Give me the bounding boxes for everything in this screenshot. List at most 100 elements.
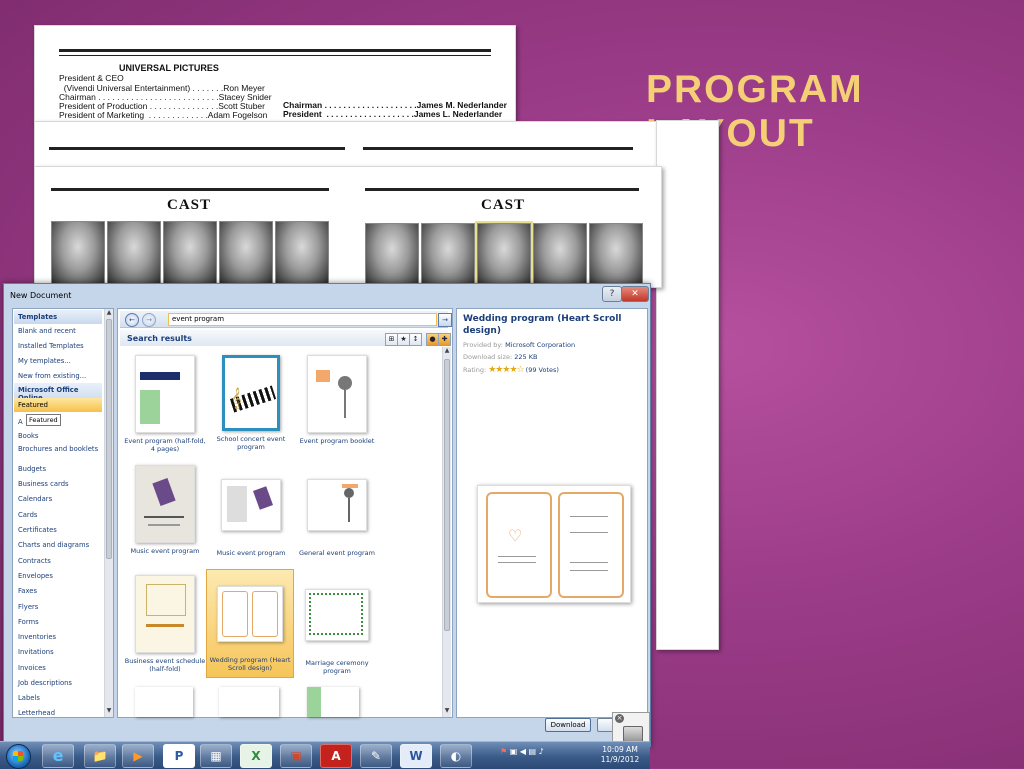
cast-photo (275, 221, 329, 285)
search-input[interactable]: event program (168, 313, 437, 326)
category-item[interactable]: Books (18, 432, 108, 440)
category-item[interactable]: Budgets (18, 465, 108, 473)
template-thumbnail[interactable] (307, 687, 359, 717)
category-item[interactable]: Invitations (18, 648, 108, 656)
template-caption: Event program (half-fold, 4 pages) (124, 437, 206, 453)
scrollbar-thumb[interactable] (444, 359, 450, 631)
forward-arrow-icon[interactable]: → (142, 313, 156, 327)
category-item[interactable]: Job descriptions (18, 679, 108, 687)
download-button[interactable]: Download (545, 718, 591, 732)
results-title: Search results (127, 334, 192, 343)
scroll-up-arrow-icon[interactable]: ▲ (443, 347, 451, 355)
category-item[interactable]: Envelopes (18, 572, 108, 580)
system-tray[interactable]: ⚑ ▣ ◀ ▤ ♪ (500, 747, 544, 756)
template-thumbnail (135, 355, 195, 433)
category-item[interactable]: My templates... (18, 357, 108, 365)
results-pane[interactable]: ← → event program → Search results ⊞ ★ ↕… (117, 308, 453, 718)
category-item[interactable]: Certificates (18, 526, 108, 534)
template-caption: Business event schedule (half-fold) (124, 657, 206, 673)
tray-network-icon[interactable]: ▣ (510, 747, 518, 756)
category-item[interactable]: Invoices (18, 664, 108, 672)
scroll-down-arrow-icon[interactable]: ▼ (105, 707, 113, 715)
clock-date: 11/9/2012 (600, 755, 640, 764)
tray-flag-icon[interactable]: ⚑ (500, 747, 507, 756)
scroll-up-arrow-icon[interactable]: ▲ (105, 309, 113, 317)
template-item[interactable]: Event program booklet (294, 355, 380, 445)
search-go-button[interactable]: → (438, 313, 452, 327)
program-page-middle (34, 121, 660, 167)
taskbar-app-acrobat-icon[interactable]: A (320, 744, 352, 768)
category-list[interactable]: Templates Blank and recent Installed Tem… (12, 308, 114, 718)
category-item[interactable]: Blank and recent (18, 327, 108, 335)
taskbar-app-ie-icon[interactable]: e (42, 744, 74, 768)
cast-photo (475, 221, 533, 289)
template-item[interactable]: Music event program (122, 465, 208, 555)
cast-photo (365, 223, 419, 287)
template-item[interactable]: Marriage ceremony program (294, 575, 380, 675)
tray-display-icon[interactable]: ▤ (529, 747, 537, 756)
taskbar-app-powerpoint-icon[interactable]: ▣ (280, 744, 312, 768)
category-item[interactable]: Cards (18, 511, 108, 519)
taskbar-app-utility-icon[interactable]: ◐ (440, 744, 472, 768)
scrollbar-thumb[interactable] (106, 319, 112, 559)
tray-volume-icon[interactable]: ◀ (520, 747, 526, 756)
template-detail-pane: Wedding program (Heart Scroll design) Pr… (456, 308, 648, 718)
back-arrow-icon[interactable]: ← (125, 313, 139, 327)
category-item[interactable]: Forms (18, 618, 108, 626)
category-item[interactable]: New from existing... (18, 372, 108, 380)
template-item[interactable]: 𝄞 School concert event program (208, 355, 294, 451)
category-item[interactable]: Inventories (18, 633, 108, 641)
user-settings-icon[interactable]: ✚ (438, 333, 451, 346)
program-page-top: UNIVERSAL PICTURES President & CEO (Vive… (34, 25, 516, 127)
template-item[interactable]: Music event program (208, 465, 294, 557)
category-item[interactable]: Brochures and booklets (18, 445, 108, 453)
cast-photo (107, 221, 161, 285)
category-item[interactable]: Contracts (18, 557, 108, 565)
sort-icon[interactable]: ↕ (409, 333, 422, 346)
studio-name: UNIVERSAL PICTURES (119, 63, 219, 73)
taskbar-app-calculator-icon[interactable]: ▦ (200, 744, 232, 768)
clock[interactable]: 10:09 AM 11/9/2012 (598, 745, 642, 765)
category-item-featured[interactable]: Featured (14, 398, 102, 412)
close-icon[interactable]: × (615, 714, 624, 723)
category-item[interactable]: Business cards (18, 480, 108, 488)
category-item[interactable]: Letterhead (18, 709, 108, 717)
results-scrollbar[interactable]: ▲ ▼ (442, 347, 451, 717)
template-thumbnail[interactable] (219, 687, 279, 717)
search-bar: ← → event program → (120, 311, 452, 328)
size-row: Download size: 225 KB (463, 353, 537, 361)
close-button[interactable]: ✕ (621, 286, 649, 302)
clock-time: 10:09 AM (602, 745, 638, 754)
cast-photo (51, 221, 105, 285)
program-page-side (656, 120, 719, 650)
taskbar-app-media-player-icon[interactable]: ▶ (122, 744, 154, 768)
template-item[interactable]: Business event schedule (half-fold) (122, 575, 208, 673)
category-item[interactable]: Charts and diagrams (18, 541, 108, 549)
template-item-selected[interactable]: Wedding program (Heart Scroll design) (206, 569, 294, 678)
taskbar-app-word-icon[interactable]: W (400, 744, 432, 768)
category-item[interactable]: Labels (18, 694, 108, 702)
provider-value: Microsoft Corporation (505, 341, 576, 349)
category-item[interactable]: Faxes (18, 587, 108, 595)
category-item[interactable]: Calendars (18, 495, 108, 503)
taskbar-app-excel-icon[interactable]: X (240, 744, 272, 768)
template-item[interactable]: Event program (half-fold, 4 pages) (122, 355, 208, 453)
new-document-dialog[interactable]: New Document ? ✕ Templates Blank and rec… (3, 283, 651, 747)
category-scrollbar[interactable]: ▲ ▼ (104, 309, 113, 717)
template-caption: Marriage ceremony program (305, 659, 369, 675)
tray-speaker-icon[interactable]: ♪ (539, 747, 544, 756)
taskbar-app-paint-icon[interactable]: ✎ (360, 744, 392, 768)
help-button[interactable]: ? (602, 286, 622, 302)
template-thumbnail (135, 465, 195, 543)
category-item[interactable]: Flyers (18, 603, 108, 611)
template-item[interactable]: General event program (294, 465, 380, 557)
scroll-down-arrow-icon[interactable]: ▼ (443, 707, 451, 715)
template-thumbnail (305, 589, 369, 641)
start-button[interactable] (6, 744, 31, 769)
template-thumbnail: 𝄞 (222, 355, 280, 431)
rating-row: Rating: ★★★★☆ (99 Votes) (463, 365, 559, 375)
taskbar-app-publisher-icon[interactable]: P (163, 744, 195, 768)
template-thumbnail[interactable] (135, 687, 193, 717)
taskbar-app-explorer-icon[interactable]: 📁 (84, 744, 116, 768)
category-item[interactable]: Installed Templates (18, 342, 108, 350)
